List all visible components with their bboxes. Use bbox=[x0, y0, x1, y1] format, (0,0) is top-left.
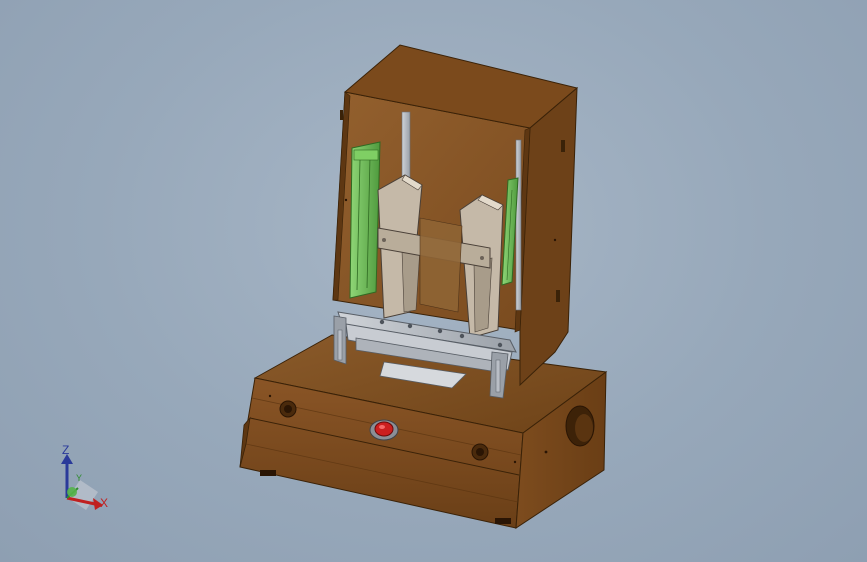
port-left bbox=[279, 400, 297, 418]
z-axis-label: Z bbox=[62, 443, 70, 457]
port-right bbox=[471, 443, 489, 461]
base-housing bbox=[239, 334, 608, 529]
x-axis-label: X bbox=[100, 496, 109, 510]
start-button[interactable] bbox=[369, 419, 399, 441]
linear-rail-left bbox=[349, 141, 381, 299]
y-axis-label: Y bbox=[76, 473, 83, 483]
press-machine-model[interactable] bbox=[0, 0, 867, 562]
triad-axes bbox=[61, 454, 103, 510]
cad-viewport[interactable]: Z Y X bbox=[0, 0, 867, 562]
orientation-triad[interactable]: Z Y X bbox=[50, 440, 120, 520]
side-opening bbox=[565, 405, 595, 447]
